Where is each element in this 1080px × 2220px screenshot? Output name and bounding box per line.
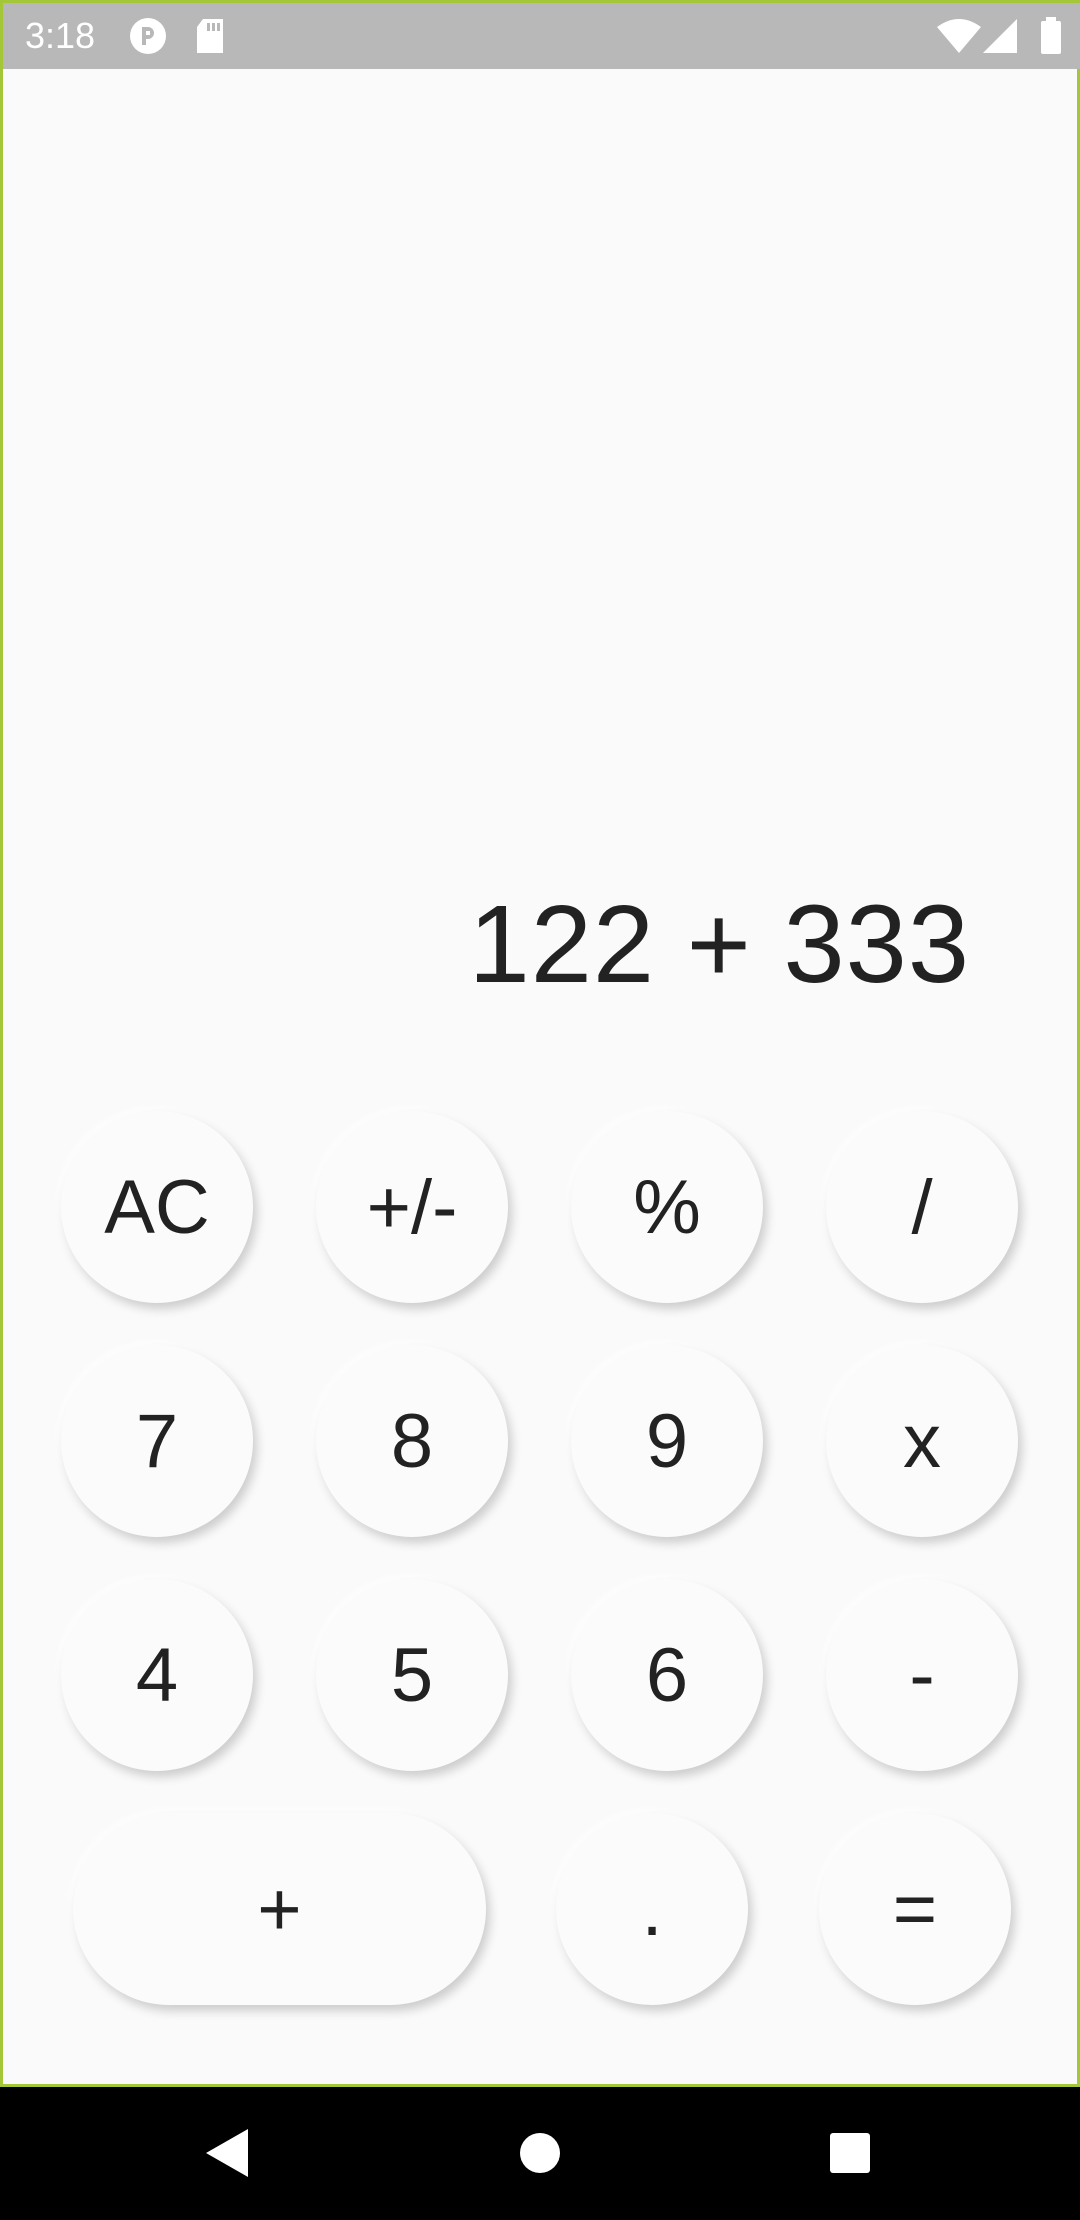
calculator-screen: 3:18 122 + 333 AC +/- % / 7 8 9 x 4 5 6 … (0, 0, 1080, 2087)
navigation-bar (0, 2087, 1080, 2220)
expression-display: 122 + 333 (468, 883, 970, 1006)
recents-icon[interactable] (828, 2127, 872, 2184)
digit-7-button[interactable]: 7 (61, 1345, 253, 1537)
digit-8-button[interactable]: 8 (316, 1345, 508, 1537)
digit-5-button[interactable]: 5 (316, 1579, 508, 1771)
clear-button[interactable]: AC (61, 1111, 253, 1303)
app-notification-icon (129, 17, 167, 60)
multiply-button[interactable]: x (826, 1345, 1018, 1537)
equals-button[interactable]: = (819, 1813, 1011, 2005)
digit-4-button[interactable]: 4 (61, 1579, 253, 1771)
home-icon[interactable] (518, 2127, 562, 2184)
status-time: 3:18 (25, 15, 96, 56)
back-icon[interactable] (202, 2127, 250, 2184)
plus-button[interactable]: + (73, 1813, 486, 2005)
digit-6-button[interactable]: 6 (571, 1579, 763, 1771)
sd-card-icon (195, 17, 225, 60)
status-bar: 3:18 (3, 3, 1080, 69)
minus-button[interactable]: - (826, 1579, 1018, 1771)
percent-button[interactable]: % (571, 1111, 763, 1303)
signal-icon (983, 17, 1019, 60)
digit-9-button[interactable]: 9 (571, 1345, 763, 1537)
decimal-button[interactable]: . (556, 1813, 748, 2005)
wifi-icon (937, 17, 981, 60)
battery-icon (1039, 17, 1063, 60)
plus-minus-button[interactable]: +/- (316, 1111, 508, 1303)
divide-button[interactable]: / (826, 1111, 1018, 1303)
